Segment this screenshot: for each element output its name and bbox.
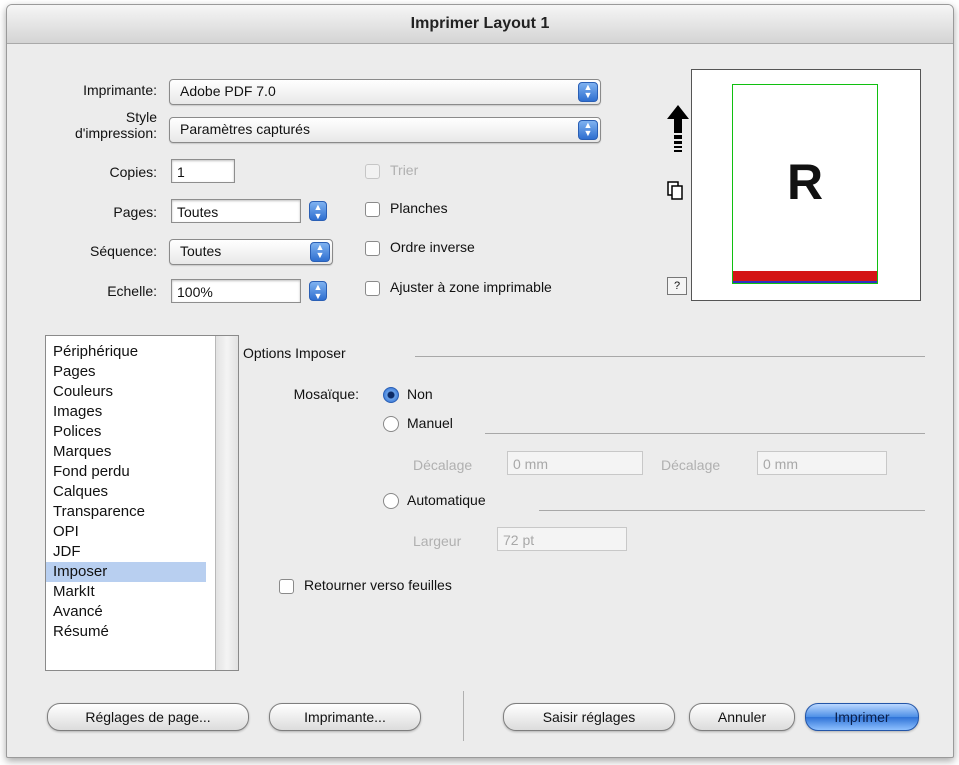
mosaic-auto-radio[interactable] <box>383 493 399 509</box>
width-input[interactable]: 72 pt <box>497 527 627 551</box>
page-outline: R <box>732 84 878 284</box>
preview-letter: R <box>786 154 824 210</box>
page-preview: R <box>691 69 921 301</box>
help-button[interactable]: ? <box>667 277 687 295</box>
sidebar-item-3[interactable]: Images <box>46 402 206 422</box>
mosaic-non-label: Non <box>407 386 433 402</box>
printer-label: Imprimante: <box>83 82 157 98</box>
cancel-button[interactable]: Annuler <box>689 703 795 731</box>
copies-label: Copies: <box>109 164 157 180</box>
print-style-value: Paramètres capturés <box>180 121 310 137</box>
fit-printable-area-label: Ajuster à zone imprimable <box>390 279 552 295</box>
manual-divider <box>485 433 925 434</box>
sidebar-item-14[interactable]: Résumé <box>46 622 206 642</box>
mosaic-non-radio[interactable] <box>383 387 399 403</box>
copies-input[interactable]: 1 <box>171 159 235 183</box>
sidebar-item-1[interactable]: Pages <box>46 362 206 382</box>
mosaic-manual-radio[interactable] <box>383 416 399 432</box>
sidebar-item-11[interactable]: Imposer <box>46 562 206 582</box>
offset-input-2[interactable]: 0 mm <box>757 451 887 475</box>
mosaic-auto-label: Automatique <box>407 492 486 508</box>
window-title: Imprimer Layout 1 <box>7 5 953 44</box>
auto-divider <box>539 510 925 511</box>
printer-select[interactable]: Adobe PDF 7.0 ▲ ▼ <box>169 79 601 105</box>
collate-checkbox[interactable] <box>365 164 380 179</box>
category-list[interactable]: Périphérique Pages Couleurs Images Polices Ma… <box>45 335 239 671</box>
button-separator <box>463 691 464 741</box>
scale-input[interactable]: 100% <box>171 279 301 303</box>
collate-label: Trier <box>390 162 419 178</box>
flip-verso-label: Retourner verso feuilles <box>304 577 452 593</box>
mosaic-label: Mosaïque: <box>293 386 359 402</box>
sidebar-item-8[interactable]: Transparence <box>46 502 206 522</box>
sequence-select[interactable]: Toutes ▲ ▼ <box>169 239 333 265</box>
page-setup-button[interactable]: Réglages de page... <box>47 703 249 731</box>
sidebar-item-13[interactable]: Avancé <box>46 602 206 622</box>
sidebar-item-10[interactable]: JDF <box>46 542 206 562</box>
spreads-label: Planches <box>390 200 448 216</box>
print-button[interactable]: Imprimer <box>805 703 919 731</box>
mosaic-manual-label: Manuel <box>407 415 453 431</box>
scale-popup-button[interactable]: ▲ ▼ <box>309 281 327 301</box>
width-label: Largeur <box>413 533 462 549</box>
category-items: Périphérique Pages Couleurs Images Polices Ma… <box>46 336 238 642</box>
printer-button[interactable]: Imprimante... <box>269 703 421 731</box>
offset-label-2: Décalage <box>661 457 721 473</box>
sidebar-item-0[interactable]: Périphérique <box>46 342 206 362</box>
fit-printable-area-checkbox[interactable] <box>365 281 380 296</box>
pages-popup-button[interactable]: ▲ ▼ <box>309 201 327 221</box>
style-label: Style d'impression: <box>27 109 157 141</box>
offset-label-1: Décalage <box>413 457 473 473</box>
popup-arrows-icon: ▲ ▼ <box>578 82 598 102</box>
printer-value: Adobe PDF 7.0 <box>180 83 276 99</box>
capture-settings-button[interactable]: Saisir réglages <box>503 703 675 731</box>
section-divider <box>415 356 925 357</box>
sidebar-item-12[interactable]: MarkIt <box>46 582 206 602</box>
sidebar-item-5[interactable]: Marques <box>46 442 206 462</box>
print-dialog: Imprimer Layout 1 Imprimante: Adobe PDF … <box>6 4 954 758</box>
style-label-line1: Style <box>125 109 157 125</box>
spreads-checkbox[interactable] <box>365 202 380 217</box>
sidebar-item-4[interactable]: Polices <box>46 422 206 442</box>
scale-label: Echelle: <box>107 283 157 299</box>
sequence-value: Toutes <box>180 243 222 259</box>
pages-label: Pages: <box>113 204 157 220</box>
sidebar-item-9[interactable]: OPI <box>46 522 206 542</box>
style-label-line2: d'impression: <box>74 125 157 141</box>
section-title: Options Imposer <box>243 345 346 361</box>
popup-arrows-icon: ▲ ▼ <box>310 242 330 262</box>
print-style-select[interactable]: Paramètres capturés ▲ ▼ <box>169 117 601 143</box>
sequence-label: Séquence: <box>90 243 157 259</box>
page-orientation-icon <box>667 181 683 200</box>
popup-arrows-icon: ▲ ▼ <box>578 120 598 140</box>
sidebar-item-7[interactable]: Calques <box>46 482 206 502</box>
flip-verso-checkbox[interactable] <box>279 579 294 594</box>
sidebar-item-2[interactable]: Couleurs <box>46 382 206 402</box>
reverse-order-checkbox[interactable] <box>365 241 380 256</box>
list-scrollbar[interactable] <box>215 336 238 670</box>
reverse-order-label: Ordre inverse <box>390 239 475 255</box>
bleed-bar <box>733 271 877 283</box>
paper-feed-arrow-icon <box>667 105 689 152</box>
sidebar-item-6[interactable]: Fond perdu <box>46 462 206 482</box>
offset-input-1[interactable]: 0 mm <box>507 451 643 475</box>
pages-input[interactable]: Toutes <box>171 199 301 223</box>
